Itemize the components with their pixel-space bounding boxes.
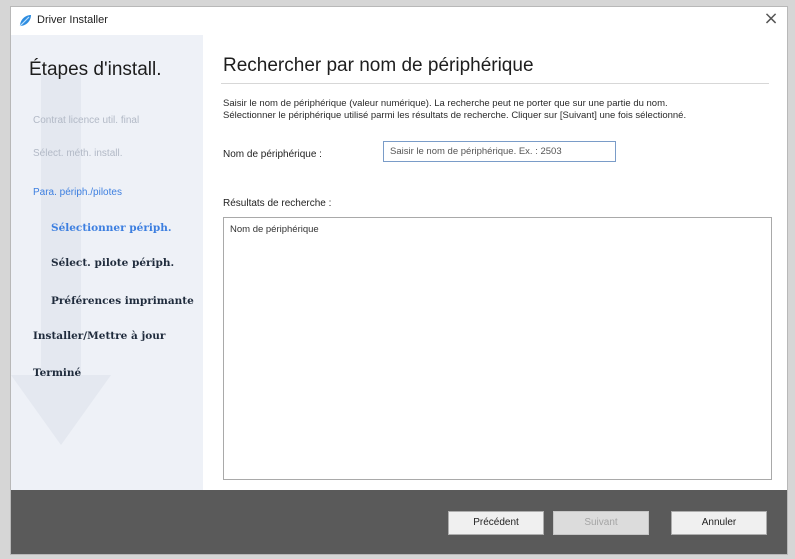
instructions-text: Saisir le nom de périphérique (valeur nu… (223, 98, 773, 122)
driver-installer-icon (19, 15, 31, 27)
search-results-label: Résultats de recherche : (223, 198, 332, 209)
title-bar: Driver Installer × (11, 7, 787, 35)
instruction-line-2: Sélectionner le périphérique utilisé par… (223, 110, 687, 121)
installer-window: Driver Installer × Étapes d'install. Con… (10, 6, 788, 555)
step-select-device: Sélectionner périph. (51, 222, 172, 234)
instruction-line-1: Saisir le nom de périphérique (valeur nu… (223, 98, 668, 109)
step-finished: Terminé (33, 367, 82, 379)
step-select-driver: Sélect. pilote périph. (51, 257, 175, 269)
results-column-header: Nom de périphérique (230, 224, 319, 235)
sidebar-title: Étapes d'install. (29, 59, 162, 80)
main-content: Rechercher par nom de périphérique Saisi… (203, 35, 787, 490)
page-title: Rechercher par nom de périphérique (223, 55, 534, 76)
next-button[interactable]: Suivant (553, 511, 649, 535)
step-install-update: Installer/Mettre à jour (33, 330, 166, 342)
install-steps-sidebar: Étapes d'install. Contrat licence util. … (11, 35, 203, 490)
step-printer-preferences: Préférences imprimante (51, 295, 194, 307)
step-install-method: Sélect. méth. install. (33, 148, 123, 159)
device-name-label: Nom de périphérique : (223, 149, 322, 160)
previous-button[interactable]: Précédent (448, 511, 544, 535)
step-device-driver-params: Para. périph./pilotes (33, 187, 122, 198)
footer-bar: Précédent Suivant Annuler (11, 490, 787, 554)
device-name-input[interactable] (383, 141, 616, 162)
heading-divider (221, 83, 769, 84)
step-eula: Contrat licence util. final (33, 115, 140, 126)
cancel-button[interactable]: Annuler (671, 511, 767, 535)
window-title: Driver Installer (37, 14, 108, 26)
close-icon: × (763, 8, 779, 29)
search-results-list[interactable]: Nom de périphérique (223, 217, 772, 480)
close-button[interactable]: × (759, 9, 783, 31)
